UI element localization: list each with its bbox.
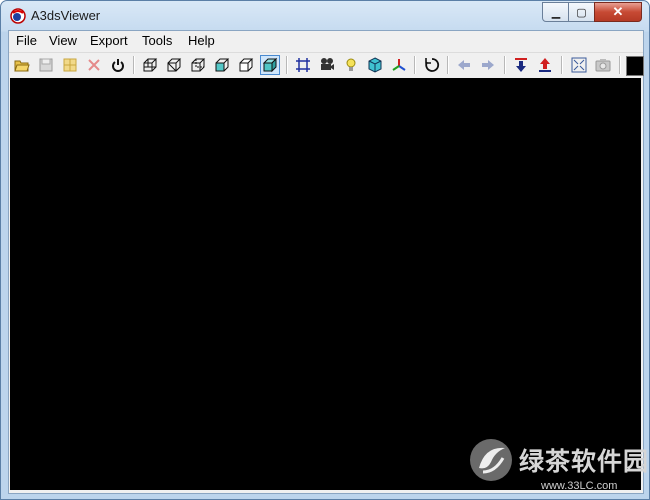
menu-view[interactable]: View (49, 33, 77, 48)
power-icon (112, 59, 124, 72)
window-title: A3dsViewer (31, 8, 101, 23)
grid-icon (63, 58, 77, 72)
toolbar-separator (414, 56, 416, 74)
cube-solid-icon (262, 57, 278, 73)
toolbar-separator (447, 56, 449, 74)
toolbar-separator (619, 56, 621, 74)
cube-wireframe-4-icon (215, 58, 230, 72)
save-button[interactable] (36, 55, 56, 75)
watermark: 绿茶软件园 www.33LC.com (469, 438, 649, 498)
view-wireframe-button-5[interactable] (236, 55, 256, 75)
minimize-icon: ▁ (551, 6, 561, 19)
delete-icon (88, 59, 100, 71)
camera-reel-icon (321, 58, 334, 70)
delete-button[interactable] (84, 55, 104, 75)
light-bulb-icon (346, 58, 356, 71)
frame-button[interactable] (293, 55, 313, 75)
move-up-icon (539, 58, 551, 72)
menu-export[interactable]: Export (90, 33, 128, 48)
view-wireframe-button-4[interactable] (212, 55, 232, 75)
camera-icon (595, 59, 611, 72)
app-logo-icon (10, 8, 26, 24)
toolbar-separator (286, 56, 288, 74)
axis-icon (392, 59, 406, 71)
app-window: A3dsViewer ▁ ▢ ✕ File View Export Tools … (0, 0, 650, 500)
view-solid-button[interactable] (260, 55, 280, 75)
grid-button[interactable] (60, 55, 80, 75)
close-button[interactable]: ✕ (594, 2, 642, 22)
power-button[interactable] (108, 55, 128, 75)
object-button[interactable] (365, 55, 385, 75)
cube-wireframe-1-icon (143, 58, 158, 72)
cube-cyan-icon (368, 57, 382, 73)
view-wireframe-button-1[interactable] (140, 55, 160, 75)
close-icon: ✕ (612, 4, 624, 19)
rotate-icon (425, 58, 440, 72)
open-button[interactable] (12, 55, 32, 75)
menu-file[interactable]: File (16, 33, 37, 48)
camera-reel-button[interactable] (317, 55, 337, 75)
minimize-button[interactable]: ▁ (542, 2, 570, 22)
maximize-icon: ▢ (576, 6, 587, 19)
light-button[interactable] (341, 55, 361, 75)
frame-icon (296, 58, 310, 72)
title-bar[interactable]: A3dsViewer ▁ ▢ ✕ (1, 1, 649, 30)
rotate-button[interactable] (422, 55, 442, 75)
client-area: File View Export Tools Help (8, 30, 644, 494)
move-down-button[interactable] (511, 55, 531, 75)
cube-wireframe-3-icon (191, 58, 206, 72)
menu-tools[interactable]: Tools (142, 33, 172, 48)
move-down-icon (515, 58, 527, 72)
menu-help[interactable]: Help (188, 33, 215, 48)
toolbar (9, 52, 644, 77)
arrow-right-icon (482, 60, 494, 70)
move-up-button[interactable] (535, 55, 555, 75)
arrow-left-icon (458, 60, 470, 70)
fullscreen-icon (571, 57, 587, 73)
open-folder-icon (14, 60, 30, 72)
view-wireframe-button-3[interactable] (188, 55, 208, 75)
toolbar-separator (561, 56, 563, 74)
menu-bar: File View Export Tools Help (9, 31, 643, 50)
watermark-text: 绿茶软件园 (519, 447, 650, 476)
toolbar-separator (504, 56, 506, 74)
background-color-swatch[interactable] (626, 56, 644, 76)
screenshot-button[interactable] (593, 55, 613, 75)
toolbar-separator (133, 56, 135, 74)
view-wireframe-button-2[interactable] (164, 55, 184, 75)
cube-wireframe-5-icon (239, 58, 254, 72)
maximize-button[interactable]: ▢ (568, 2, 595, 22)
back-button[interactable] (454, 55, 474, 75)
3d-viewport[interactable] (10, 78, 641, 490)
save-icon (39, 58, 53, 72)
cube-wireframe-2-icon (167, 58, 182, 72)
watermark-url: www.33LC.com (541, 480, 618, 492)
forward-button[interactable] (478, 55, 498, 75)
fullscreen-button[interactable] (569, 55, 589, 75)
axis-button[interactable] (389, 55, 409, 75)
watermark-logo-icon (470, 439, 512, 481)
